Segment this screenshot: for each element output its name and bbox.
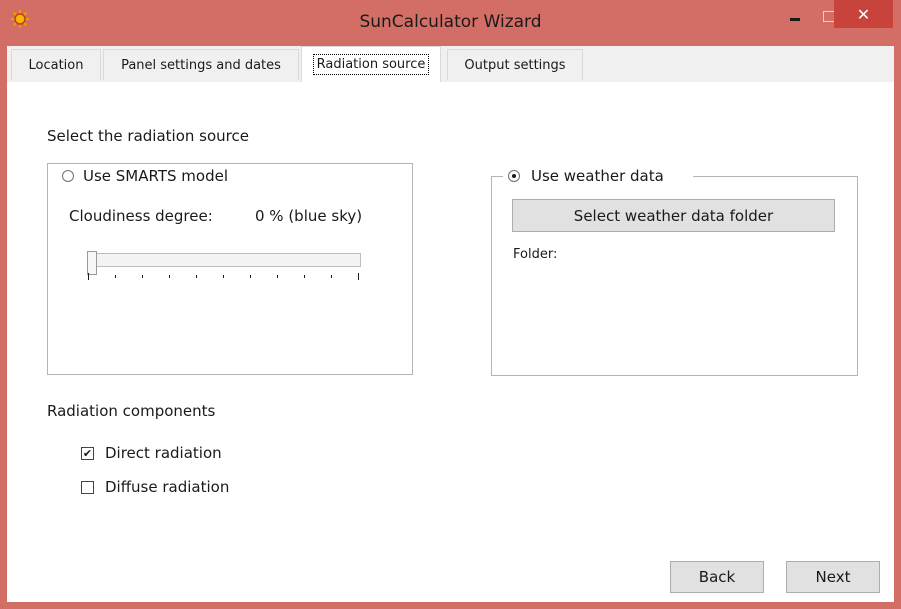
checkmark-icon: ✔: [82, 447, 93, 460]
diffuse-radiation-label[interactable]: Diffuse radiation: [105, 478, 229, 496]
cloudiness-label: Cloudiness degree:: [69, 207, 213, 225]
smarts-radio[interactable]: [62, 170, 74, 182]
next-button[interactable]: Next: [786, 561, 880, 593]
diffuse-radiation-checkbox[interactable]: [81, 481, 94, 494]
folder-label: Folder:: [513, 247, 558, 262]
tab-strip: Location Panel settings and dates Radiat…: [7, 46, 894, 82]
cloudiness-slider-thumb[interactable]: [87, 251, 97, 275]
smarts-groupbox: [47, 163, 413, 375]
weather-radio[interactable]: [508, 170, 520, 182]
back-button[interactable]: Back: [670, 561, 764, 593]
title-bar[interactable]: SunCalculator Wizard ✕: [0, 0, 901, 46]
tab-label: Panel settings and dates: [121, 57, 281, 73]
minimize-button[interactable]: [778, 0, 812, 32]
components-heading: Radiation components: [47, 402, 216, 420]
tab-panel-settings[interactable]: Panel settings and dates: [103, 49, 299, 80]
tab-label: Output settings: [464, 57, 566, 73]
window-title: SunCalculator Wizard: [359, 12, 542, 32]
select-weather-folder-button[interactable]: Select weather data folder: [512, 199, 835, 232]
select-source-heading: Select the radiation source: [47, 127, 249, 145]
direct-radiation-checkbox[interactable]: ✔: [81, 447, 94, 460]
smarts-radio-label[interactable]: Use SMARTS model: [83, 167, 228, 185]
tab-label: Radiation source: [312, 54, 430, 75]
tab-radiation-source[interactable]: Radiation source: [301, 46, 441, 82]
cloudiness-slider-track[interactable]: [87, 253, 361, 267]
weather-radio-label[interactable]: Use weather data: [531, 167, 664, 185]
minimize-icon: [790, 17, 800, 21]
close-button[interactable]: ✕: [834, 0, 893, 28]
direct-radiation-label[interactable]: Direct radiation: [105, 444, 222, 462]
tab-label: Location: [28, 57, 84, 73]
app-window: SunCalculator Wizard ✕ Location Panel se…: [0, 0, 901, 609]
tab-location[interactable]: Location: [11, 49, 101, 80]
tab-output-settings[interactable]: Output settings: [447, 49, 583, 80]
wizard-client-area: Location Panel settings and dates Radiat…: [7, 46, 894, 602]
cloudiness-value: 0 % (blue sky): [255, 207, 363, 225]
close-icon: ✕: [856, 4, 871, 24]
